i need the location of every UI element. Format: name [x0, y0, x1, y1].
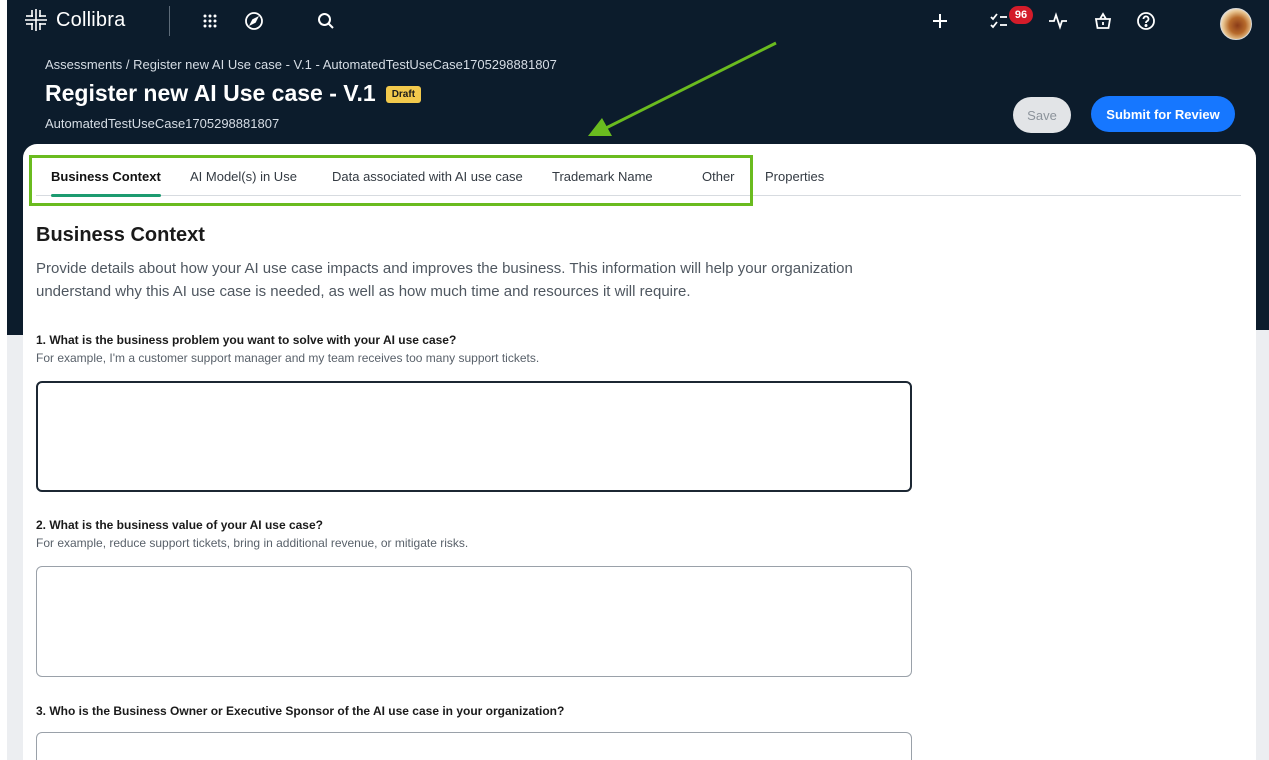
annotation-arrow-icon [588, 41, 777, 136]
breadcrumb-separator: / [122, 57, 134, 72]
right-gutter [1256, 330, 1269, 760]
question-2-help: For example, reduce support tickets, bri… [36, 536, 469, 550]
topbar-divider [169, 6, 170, 36]
notification-count-badge: 96 [1009, 6, 1033, 24]
collibra-logo[interactable]: Collibra [24, 8, 125, 32]
page-title-text: Register new AI Use case - V.1 [45, 80, 376, 106]
assessment-card: Business Context AI Model(s) in Use Data… [23, 144, 1256, 760]
question-1-help: For example, I'm a customer support mana… [36, 351, 540, 365]
plus-icon[interactable] [928, 9, 952, 33]
question-3-answer-field[interactable] [36, 732, 912, 760]
search-icon[interactable] [314, 9, 338, 33]
submit-for-review-button[interactable]: Submit for Review [1091, 96, 1235, 132]
section-description: Provide details about how your AI use ca… [36, 260, 853, 300]
user-avatar[interactable] [1220, 8, 1252, 40]
status-badge: Draft [385, 86, 422, 103]
app-name: Collibra [56, 8, 126, 31]
question-1-label: 1. What is the business problem you want… [36, 333, 457, 347]
tasks-icon[interactable] [987, 9, 1011, 33]
tabs-highlight-annotation [29, 155, 753, 206]
activity-icon[interactable] [1046, 9, 1070, 33]
apps-grid-icon[interactable] [198, 9, 222, 33]
page-title: Register new AI Use case - V.1 Draft [45, 80, 422, 107]
section-title: Business Context [36, 224, 205, 246]
breadcrumb-current: Register new AI Use case - V.1 - Automat… [133, 57, 557, 72]
left-gutter [7, 335, 23, 760]
save-button[interactable]: Save [1013, 97, 1071, 133]
breadcrumb-assessments-link[interactable]: Assessments [45, 57, 122, 72]
help-icon[interactable] [1134, 9, 1158, 33]
basket-icon[interactable] [1091, 9, 1115, 33]
question-2-answer-field[interactable] [36, 566, 912, 677]
breadcrumb: Assessments / Register new AI Use case -… [45, 57, 557, 72]
compass-icon[interactable] [242, 9, 266, 33]
question-2-label: 2. What is the business value of your AI… [36, 518, 323, 532]
tab-properties[interactable]: Properties [765, 156, 824, 196]
top-navigation-bar: Collibra 96 [7, 0, 1269, 42]
left-edge [0, 0, 7, 760]
question-1-answer-field[interactable] [36, 381, 912, 492]
page-subtitle: AutomatedTestUseCase1705298881807 [45, 116, 280, 131]
question-3-label: 3. Who is the Business Owner or Executiv… [36, 704, 565, 718]
tab-label: Properties [765, 168, 825, 184]
collibra-logo-icon [25, 9, 47, 31]
